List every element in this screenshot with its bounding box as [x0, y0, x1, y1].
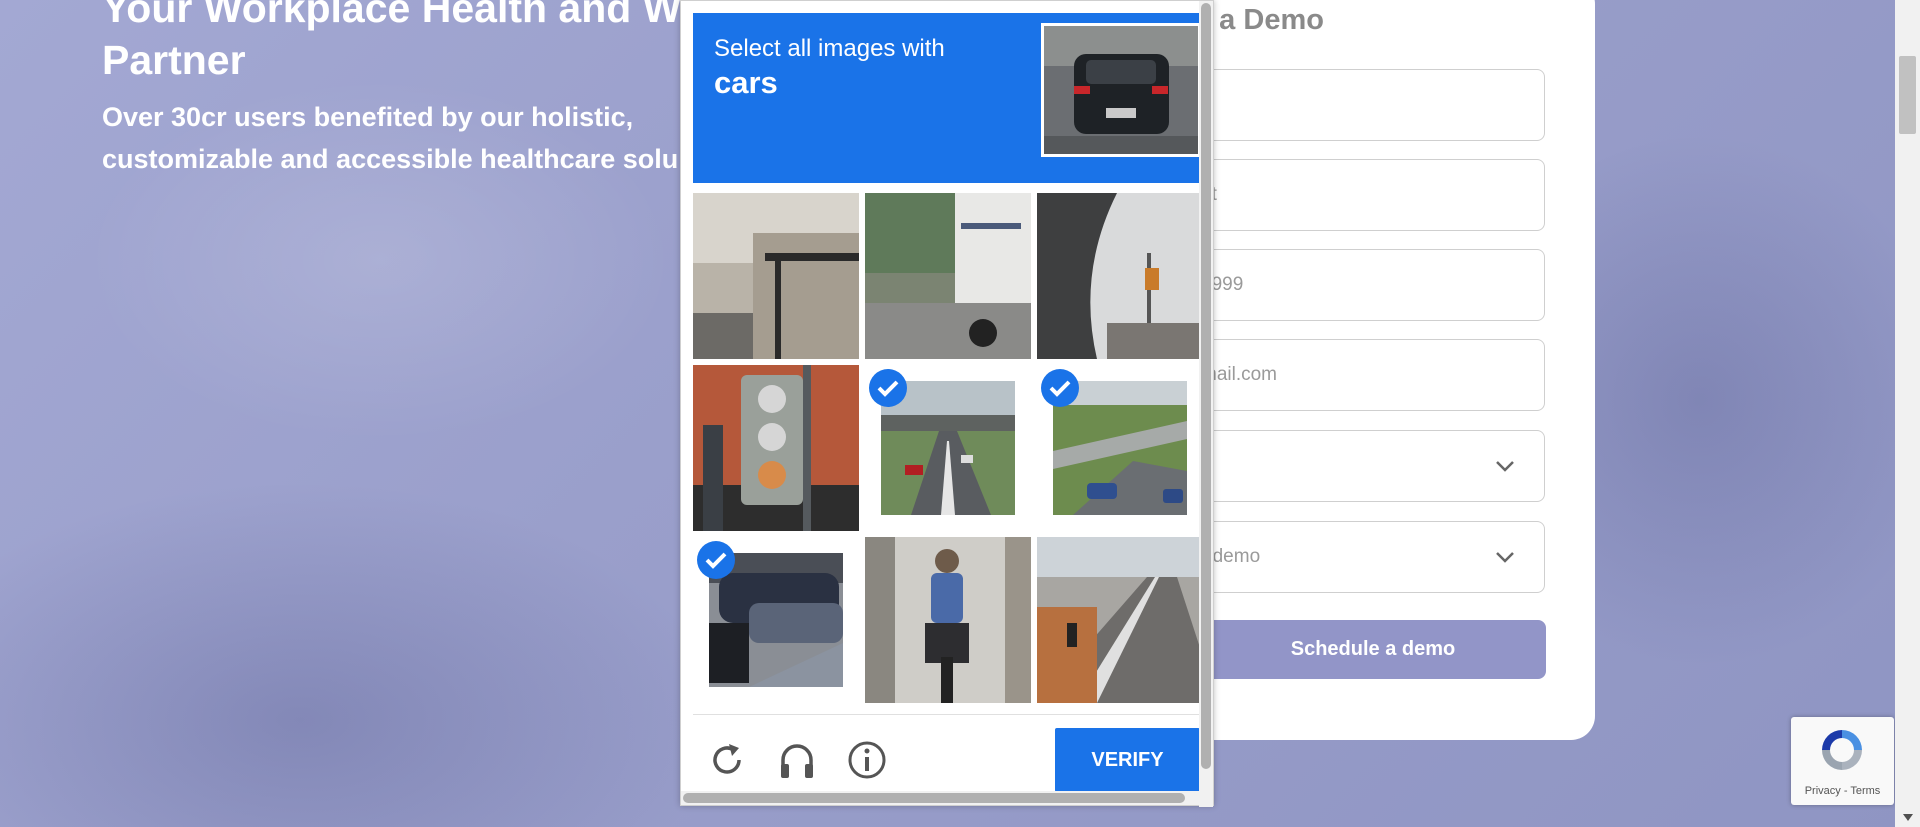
- captcha-header: Select all images with cars: [693, 13, 1201, 183]
- captcha-vertical-scroll-thumb[interactable]: [1201, 3, 1211, 769]
- recaptcha-privacy-terms[interactable]: Privacy - Terms: [1791, 785, 1894, 797]
- reload-icon[interactable]: [705, 738, 749, 782]
- hero-title-line2: Partner: [102, 37, 246, 83]
- email-field[interactable]: mail.com: [1160, 339, 1545, 411]
- tile-image: [865, 193, 1031, 359]
- recaptcha-badge[interactable]: Privacy - Terms: [1791, 717, 1894, 805]
- tile-image: [865, 537, 1031, 703]
- checkmark-icon: [1041, 369, 1079, 407]
- chevron-down-icon: [1496, 552, 1514, 563]
- phone-field[interactable]: 9999: [1160, 249, 1545, 321]
- page-scrollbar[interactable]: [1895, 0, 1920, 827]
- chevron-down-icon: [1496, 461, 1514, 472]
- captcha-instruction: Select all images with: [714, 35, 945, 62]
- tile-image: [1037, 537, 1203, 703]
- captcha-tile[interactable]: [693, 365, 859, 531]
- captcha-footer-divider: [693, 714, 1201, 715]
- page-scroll-thumb[interactable]: [1899, 56, 1916, 134]
- tile-image: [693, 365, 859, 531]
- tile-image: [693, 193, 859, 359]
- scroll-down-arrow-icon[interactable]: [1903, 814, 1913, 821]
- captcha-tile[interactable]: [865, 537, 1031, 703]
- captcha-horizontal-scroll-thumb[interactable]: [683, 793, 1185, 803]
- captcha-challenge: Select all images with cars VERIFY: [680, 0, 1214, 807]
- checkmark-icon: [697, 541, 735, 579]
- captcha-tile-selected[interactable]: [693, 537, 859, 703]
- hero-title-line1: Your Workplace Health and We: [102, 0, 704, 31]
- hero-subtitle-line2: customizable and accessible healthcare s…: [102, 144, 679, 174]
- headphones-icon[interactable]: [775, 738, 819, 782]
- schedule-demo-button[interactable]: Schedule a demo: [1160, 620, 1546, 679]
- recaptcha-logo-icon: [1822, 730, 1862, 770]
- captcha-target: cars: [714, 65, 778, 100]
- hero-title: Your Workplace Health and We Partner: [102, 0, 742, 86]
- checkmark-icon: [869, 369, 907, 407]
- captcha-tile-selected[interactable]: [1037, 365, 1203, 531]
- company-field[interactable]: nt: [1160, 159, 1545, 231]
- captcha-tile[interactable]: [1037, 193, 1203, 359]
- captcha-vertical-scrollbar[interactable]: [1199, 1, 1213, 807]
- form-title: e a Demo: [1195, 4, 1324, 36]
- captcha-tile[interactable]: [1037, 537, 1203, 703]
- captcha-sample-image: [1041, 23, 1201, 157]
- tile-image: [1037, 193, 1203, 359]
- captcha-tile-selected[interactable]: [865, 365, 1031, 531]
- demo-type-select[interactable]: r demo: [1160, 521, 1545, 593]
- hero-subtitle: Over 30cr users benefited by our holisti…: [102, 96, 682, 180]
- verify-button[interactable]: VERIFY: [1055, 728, 1200, 792]
- employee-count-select[interactable]: 0: [1160, 430, 1545, 502]
- captcha-horizontal-scrollbar[interactable]: [681, 791, 1201, 805]
- name-field[interactable]: n: [1160, 69, 1545, 141]
- captcha-tile[interactable]: [693, 193, 859, 359]
- hero-subtitle-line1: Over 30cr users benefited by our holisti…: [102, 102, 634, 132]
- captcha-tile[interactable]: [865, 193, 1031, 359]
- info-icon[interactable]: [845, 738, 889, 782]
